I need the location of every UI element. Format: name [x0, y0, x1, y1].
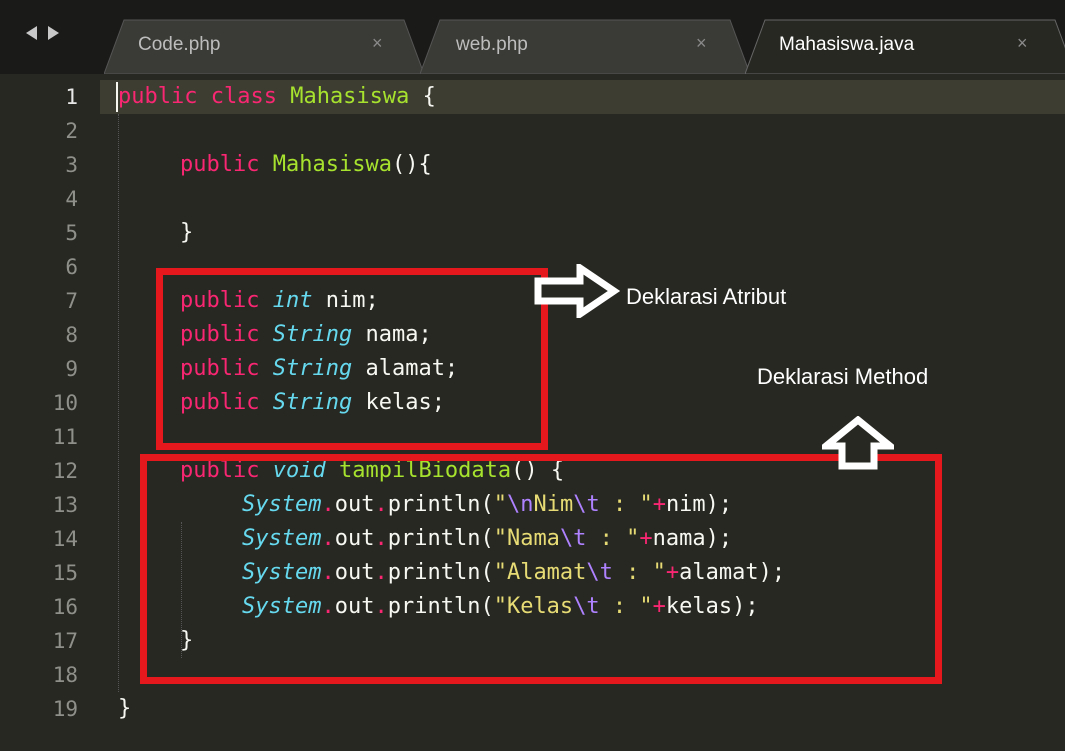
close-icon[interactable]: × — [1017, 33, 1028, 54]
line-number: 17 — [52, 629, 78, 653]
tab-mahasiswa-java[interactable]: Mahasiswa.java × — [745, 18, 1065, 74]
indent-guide — [118, 114, 119, 692]
tab-nav-arrows — [22, 26, 82, 50]
keyword: public class — [118, 84, 277, 109]
class-name: Mahasiswa — [290, 84, 410, 109]
line-number-gutter: 1 2 3 4 5 6 7 8 9 10 11 12 13 14 15 16 1… — [0, 74, 100, 751]
tab-label: Mahasiswa.java — [779, 34, 915, 55]
line-number: 10 — [52, 391, 78, 415]
code-line-3: public Mahasiswa(){ — [180, 148, 432, 182]
line-number: 11 — [52, 425, 78, 449]
close-icon[interactable]: × — [696, 33, 707, 54]
line-number: 12 — [52, 459, 78, 483]
line-number: 15 — [52, 561, 78, 585]
line-number: 18 — [52, 663, 78, 687]
line-number: 1 — [65, 85, 78, 109]
line-number: 19 — [52, 697, 78, 721]
tab-web-php[interactable]: web.php × — [420, 18, 750, 74]
code-text: { — [409, 84, 436, 109]
tab-label: Code.php — [138, 34, 221, 55]
code-editor[interactable]: 1 2 3 4 5 6 7 8 9 10 11 12 13 14 15 16 1… — [0, 74, 1065, 751]
line-number: 7 — [65, 289, 78, 313]
line-number: 8 — [65, 323, 78, 347]
arrow-left-icon[interactable] — [26, 26, 37, 40]
annotation-atribut: Deklarasi Atribut — [626, 284, 787, 309]
code-line-19: } — [118, 692, 131, 726]
keyword: public — [180, 152, 260, 177]
line-number: 6 — [65, 255, 78, 279]
line-number: 5 — [65, 221, 78, 245]
code-line-5: } — [180, 216, 193, 250]
arrow-up-icon — [822, 416, 894, 470]
tab-bar: Code.php × web.php × Mahasiswa.java × — [0, 0, 1065, 74]
close-icon[interactable]: × — [372, 33, 383, 54]
tab-label: web.php — [456, 34, 528, 55]
line-number: 14 — [52, 527, 78, 551]
method-highlight-box — [140, 454, 942, 684]
constructor-name: Mahasiswa — [272, 152, 392, 177]
code-text: (){ — [391, 152, 432, 177]
line-number: 9 — [65, 357, 78, 381]
line-number: 13 — [52, 493, 78, 517]
code-text: } — [118, 696, 132, 721]
line-number: 2 — [65, 119, 78, 143]
arrow-right-icon[interactable] — [48, 26, 59, 40]
code-text: } — [180, 220, 194, 245]
tab-code-php[interactable]: Code.php × — [104, 18, 424, 74]
arrow-right-icon — [534, 264, 620, 318]
line-number: 4 — [65, 187, 78, 211]
line-number: 16 — [52, 595, 78, 619]
annotation-method: Deklarasi Method — [757, 364, 929, 389]
line-number: 3 — [65, 153, 78, 177]
attribute-highlight-box — [156, 268, 548, 450]
code-line-1: public class Mahasiswa { — [118, 80, 436, 114]
